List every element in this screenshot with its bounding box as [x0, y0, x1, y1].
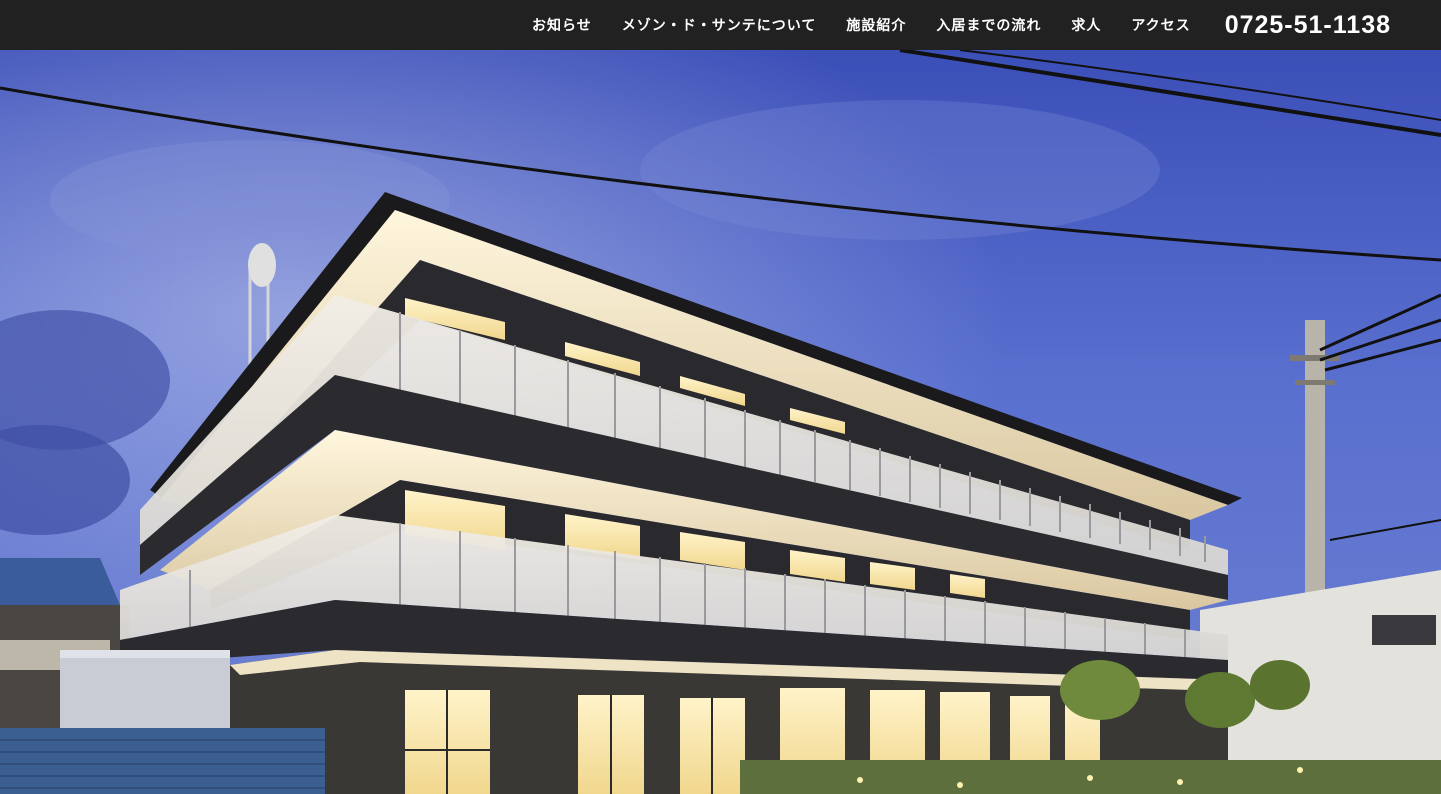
- nav-flow[interactable]: 入居までの流れ: [936, 15, 1041, 35]
- top-navigation-bar: お知らせ メゾン・ド・サンテについて 施設紹介 入居までの流れ 求人 アクセス …: [0, 0, 1441, 50]
- nav-about[interactable]: メゾン・ド・サンテについて: [622, 15, 817, 35]
- phone-number-link[interactable]: 0725-51-1138: [1225, 11, 1391, 40]
- hero-image: [0, 50, 1441, 794]
- main-nav: お知らせ メゾン・ド・サンテについて 施設紹介 入居までの流れ 求人 アクセス …: [532, 0, 1391, 50]
- building-exterior-photo: [0, 50, 1441, 794]
- nav-facility[interactable]: 施設紹介: [846, 15, 906, 35]
- nav-recruit[interactable]: 求人: [1071, 15, 1101, 35]
- nav-news[interactable]: お知らせ: [532, 15, 592, 35]
- nav-access[interactable]: アクセス: [1131, 15, 1190, 35]
